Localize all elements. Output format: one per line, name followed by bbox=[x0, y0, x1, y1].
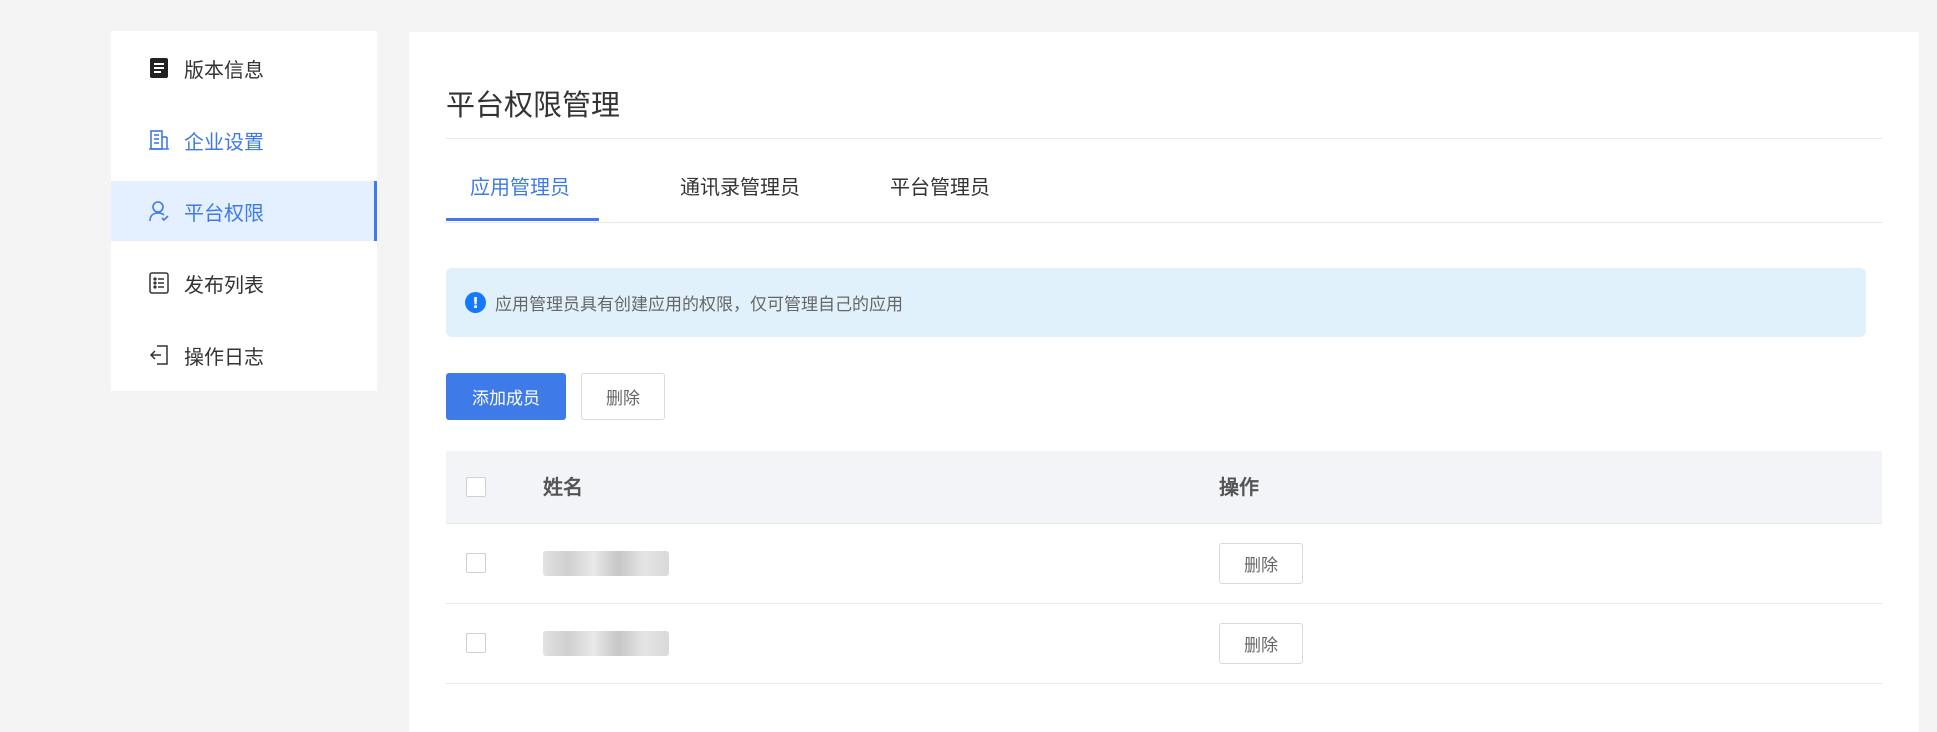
sidebar-item-operation-log[interactable]: 操作日志 bbox=[111, 325, 377, 385]
sidebar: 版本信息 企业设置 平台权限 发布列表 操作日志 bbox=[111, 31, 377, 391]
building-icon bbox=[148, 129, 170, 151]
sidebar-item-label: 发布列表 bbox=[184, 272, 264, 297]
user-icon bbox=[148, 200, 170, 222]
divider bbox=[446, 138, 1882, 139]
page-title: 平台权限管理 bbox=[446, 88, 621, 122]
row-checkbox[interactable] bbox=[466, 553, 486, 573]
table-header: 姓名 操作 bbox=[446, 451, 1882, 524]
column-header-action: 操作 bbox=[1219, 475, 1259, 499]
info-alert: ! 应用管理员具有创建应用的权限，仅可管理自己的应用 bbox=[446, 268, 1866, 337]
sidebar-item-label: 企业设置 bbox=[184, 129, 264, 154]
select-all-checkbox[interactable] bbox=[466, 477, 486, 497]
sidebar-item-label: 平台权限 bbox=[184, 200, 264, 225]
redacted-name-mask bbox=[543, 631, 669, 656]
column-header-name: 姓名 bbox=[543, 475, 583, 499]
sidebar-item-release-list[interactable]: 发布列表 bbox=[111, 253, 377, 313]
tab-contacts-admins[interactable]: 通讯录管理员 bbox=[680, 172, 800, 222]
table-row: 0001) 删除 bbox=[446, 524, 1882, 604]
document-icon bbox=[148, 57, 170, 79]
members-table: 姓名 操作 0001) 删除 0006) 删除 bbox=[446, 451, 1882, 684]
main-panel: 平台权限管理 应用管理员 通讯录管理员 平台管理员 ! 应用管理员具有创建应用的… bbox=[409, 32, 1919, 732]
tab-platform-admins[interactable]: 平台管理员 bbox=[890, 172, 990, 222]
sidebar-item-platform-permissions[interactable]: 平台权限 bbox=[111, 181, 377, 241]
alert-text: 应用管理员具有创建应用的权限，仅可管理自己的应用 bbox=[495, 295, 903, 315]
add-member-button[interactable]: 添加成员 bbox=[446, 373, 566, 420]
sidebar-item-company-settings[interactable]: 企业设置 bbox=[111, 110, 377, 170]
row-delete-button[interactable]: 删除 bbox=[1219, 543, 1303, 584]
sidebar-item-label: 操作日志 bbox=[184, 344, 264, 369]
redacted-name-mask bbox=[543, 551, 669, 576]
tab-active-indicator bbox=[446, 218, 599, 221]
sidebar-item-label: 版本信息 bbox=[184, 57, 264, 82]
row-checkbox[interactable] bbox=[466, 633, 486, 653]
delete-button[interactable]: 删除 bbox=[581, 373, 665, 420]
table-row: 0006) 删除 bbox=[446, 604, 1882, 684]
list-icon bbox=[148, 272, 170, 294]
row-delete-button[interactable]: 删除 bbox=[1219, 623, 1303, 664]
tab-bar: 应用管理员 通讯录管理员 平台管理员 bbox=[446, 172, 1882, 223]
sidebar-item-version-info[interactable]: 版本信息 bbox=[111, 38, 377, 98]
tab-app-admins[interactable]: 应用管理员 bbox=[470, 172, 570, 222]
info-icon: ! bbox=[465, 292, 486, 313]
logout-icon bbox=[148, 344, 170, 366]
